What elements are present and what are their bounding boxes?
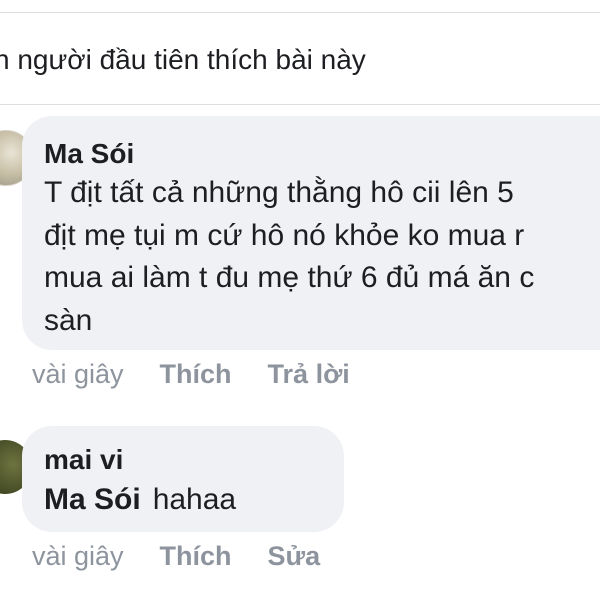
comment-actions: vài giây Thích Sửa xyxy=(32,538,320,574)
edit-button[interactable]: Sửa xyxy=(268,538,321,574)
comment-author-name[interactable]: Ma Sói xyxy=(44,136,134,172)
likes-banner[interactable]: n người đầu tiên thích bài này xyxy=(0,40,366,80)
section-divider xyxy=(0,104,600,105)
comment-text: Ma Sói hahaa xyxy=(44,480,236,520)
like-button[interactable]: Thích xyxy=(160,538,232,574)
comment-text-line: sàn xyxy=(44,303,93,337)
comment-text-body: hahaa xyxy=(152,483,237,516)
comment-text-line: địt mẹ tụi m cứ hô nó khỏe ko mua r xyxy=(44,218,525,252)
comment-text-line: T địt tất cả những thằng hô cii lên 5 xyxy=(44,176,514,209)
comments-screen: n người đầu tiên thích bài này Ma Sói T … xyxy=(0,0,600,600)
reply-button[interactable]: Trả lời xyxy=(268,356,350,392)
top-divider xyxy=(0,12,600,13)
mention-tag[interactable]: Ma Sói xyxy=(44,483,141,516)
comment-text: T địt tất cả những thằng hô cii lên 5 đị… xyxy=(44,172,600,342)
comment-timestamp[interactable]: vài giây xyxy=(32,356,124,392)
comment-text-line: mua ai làm t đu mẹ thứ 6 đủ má ăn c xyxy=(44,261,535,294)
comment-author-name[interactable]: mai vi xyxy=(44,442,123,478)
comment-actions: vài giây Thích Trả lời xyxy=(32,356,350,392)
like-button[interactable]: Thích xyxy=(160,356,232,392)
comment-timestamp[interactable]: vài giây xyxy=(32,538,124,574)
